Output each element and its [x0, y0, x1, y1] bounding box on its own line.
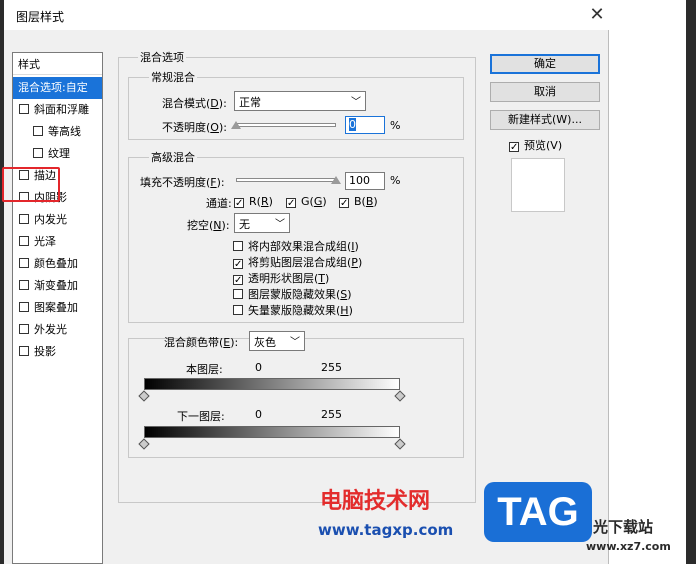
chevron-down-icon: ﹀	[351, 97, 361, 108]
style-item-label: 图案叠加	[34, 301, 78, 314]
style-item-checkbox[interactable]	[33, 126, 43, 136]
chevron-down-icon: ﹀	[290, 337, 300, 348]
style-item[interactable]: 图案叠加	[13, 297, 102, 319]
title-bar: 图层样式 ✕	[4, 0, 609, 30]
style-item[interactable]: 渐变叠加	[13, 275, 102, 297]
opacity-unit: %	[390, 119, 401, 132]
style-item-label: 纹理	[48, 147, 70, 160]
this-layer-low: 0	[255, 361, 262, 374]
opacity-label: 不透明度(O):	[162, 121, 227, 134]
style-item-label: 混合选项:自定	[18, 81, 88, 94]
watermark-url: www.tagxp.com	[318, 521, 454, 539]
style-item-checkbox[interactable]	[19, 258, 29, 268]
preview-checkbox[interactable]: 预览(V)	[509, 137, 562, 153]
checkbox-icon	[234, 198, 244, 208]
opacity-input[interactable]: 0	[345, 116, 385, 134]
watermark-right-url: www.xz7.com	[586, 540, 671, 553]
highlight-annotation	[2, 167, 60, 202]
close-icon[interactable]: ✕	[586, 4, 608, 26]
watermark-right-text: 光下载站	[593, 518, 654, 536]
under-layer-gradient	[144, 426, 400, 438]
style-item[interactable]: 颜色叠加	[13, 253, 102, 275]
fill-opacity-input[interactable]: 100	[345, 172, 385, 190]
style-item-checkbox[interactable]	[19, 324, 29, 334]
fill-opacity-label: 填充不透明度(F):	[140, 176, 225, 189]
advanced-blending-title: 高级混合	[149, 149, 197, 165]
style-item[interactable]: 纹理	[13, 143, 102, 165]
style-item-label: 光泽	[34, 235, 56, 248]
style-item-checkbox[interactable]	[19, 346, 29, 356]
style-item[interactable]: 等高线	[13, 121, 102, 143]
window-title: 图层样式	[16, 10, 65, 24]
checkbox-icon	[339, 198, 349, 208]
style-item-label: 内发光	[34, 213, 67, 226]
ok-button[interactable]: 确定	[490, 54, 600, 74]
fill-opacity-slider[interactable]	[236, 178, 336, 182]
checkbox-icon	[233, 289, 243, 299]
advanced-option-checkbox[interactable]: 矢量蒙版隐藏效果(H)	[233, 302, 353, 318]
this-layer-label: 本图层:	[186, 363, 223, 376]
style-item-label: 外发光	[34, 323, 67, 336]
knockout-label: 挖空(N):	[187, 219, 230, 232]
advanced-option-checkbox[interactable]: 图层蒙版隐藏效果(S)	[233, 286, 352, 302]
under-layer-label: 下一图层:	[177, 410, 225, 423]
style-item[interactable]: 投影	[13, 341, 102, 363]
style-item-checkbox[interactable]	[19, 214, 29, 224]
style-item[interactable]: 外发光	[13, 319, 102, 341]
blend-mode-label: 混合模式(D):	[162, 97, 227, 110]
fill-opacity-unit: %	[390, 174, 401, 187]
chevron-down-icon: ﹀	[275, 219, 285, 230]
style-item-label: 等高线	[48, 125, 81, 138]
under-layer-low: 0	[255, 408, 262, 421]
background-window	[609, 0, 696, 564]
style-item[interactable]: 内发光	[13, 209, 102, 231]
channel-checkbox[interactable]: G(G)	[286, 195, 327, 208]
style-item[interactable]: 斜面和浮雕	[13, 99, 102, 121]
this-layer-high: 255	[321, 361, 342, 374]
checkbox-icon	[286, 198, 296, 208]
preview-swatch	[511, 158, 565, 212]
style-list-header: 样式	[13, 53, 102, 75]
style-item-label: 渐变叠加	[34, 279, 78, 292]
knockout-select[interactable]: 无 ﹀	[234, 213, 290, 233]
checkbox-icon	[233, 241, 243, 251]
style-item-checkbox[interactable]	[19, 236, 29, 246]
style-item-checkbox[interactable]	[19, 280, 29, 290]
new-style-button[interactable]: 新建样式(W)...	[490, 110, 600, 130]
blend-mode-select[interactable]: 正常 ﹀	[234, 91, 366, 111]
under-layer-high: 255	[321, 408, 342, 421]
fill-opacity-slider-thumb[interactable]	[331, 176, 341, 184]
blend-if-select[interactable]: 灰色 ﹀	[249, 331, 305, 351]
blending-options-title: 混合选项	[138, 49, 186, 65]
checkbox-icon	[233, 259, 243, 269]
channel-checkbox[interactable]: R(R)	[234, 195, 273, 208]
style-item-label: 投影	[34, 345, 56, 358]
style-item-checkbox[interactable]	[33, 148, 43, 158]
checkbox-icon	[233, 275, 243, 285]
advanced-option-checkbox[interactable]: 将剪贴图层混合成组(P)	[233, 254, 362, 270]
channels-label: 通道:	[206, 197, 232, 210]
blend-if-label: 混合颜色带(E):	[164, 336, 239, 349]
cancel-button[interactable]: 取消	[490, 82, 600, 102]
background-dark-edge	[686, 0, 696, 564]
style-item-label: 斜面和浮雕	[34, 103, 89, 116]
opacity-slider[interactable]	[236, 123, 336, 127]
this-layer-gradient	[144, 378, 400, 390]
blend-if-group	[128, 338, 464, 458]
opacity-slider-thumb[interactable]	[231, 121, 241, 129]
style-item-label: 颜色叠加	[34, 257, 78, 270]
style-item-checkbox[interactable]	[19, 104, 29, 114]
advanced-option-checkbox[interactable]: 将内部效果混合成组(I)	[233, 238, 359, 254]
watermark-brand: 电脑技术网	[320, 489, 431, 514]
style-list: 样式 混合选项:自定 斜面和浮雕 等高线 纹理 描边 内阴影 内发光 光泽 颜色叠加 渐变叠加 图案…	[12, 52, 103, 564]
style-item[interactable]: 混合选项:自定	[13, 77, 102, 99]
advanced-option-checkbox[interactable]: 透明形状图层(T)	[233, 270, 329, 286]
watermark-badge: TAG	[484, 482, 592, 542]
general-blending-title: 常规混合	[149, 69, 197, 85]
checkbox-icon	[233, 305, 243, 315]
style-item-checkbox[interactable]	[19, 302, 29, 312]
style-item[interactable]: 光泽	[13, 231, 102, 253]
channel-checkbox[interactable]: B(B)	[339, 195, 378, 208]
preview-check-icon	[509, 142, 519, 152]
